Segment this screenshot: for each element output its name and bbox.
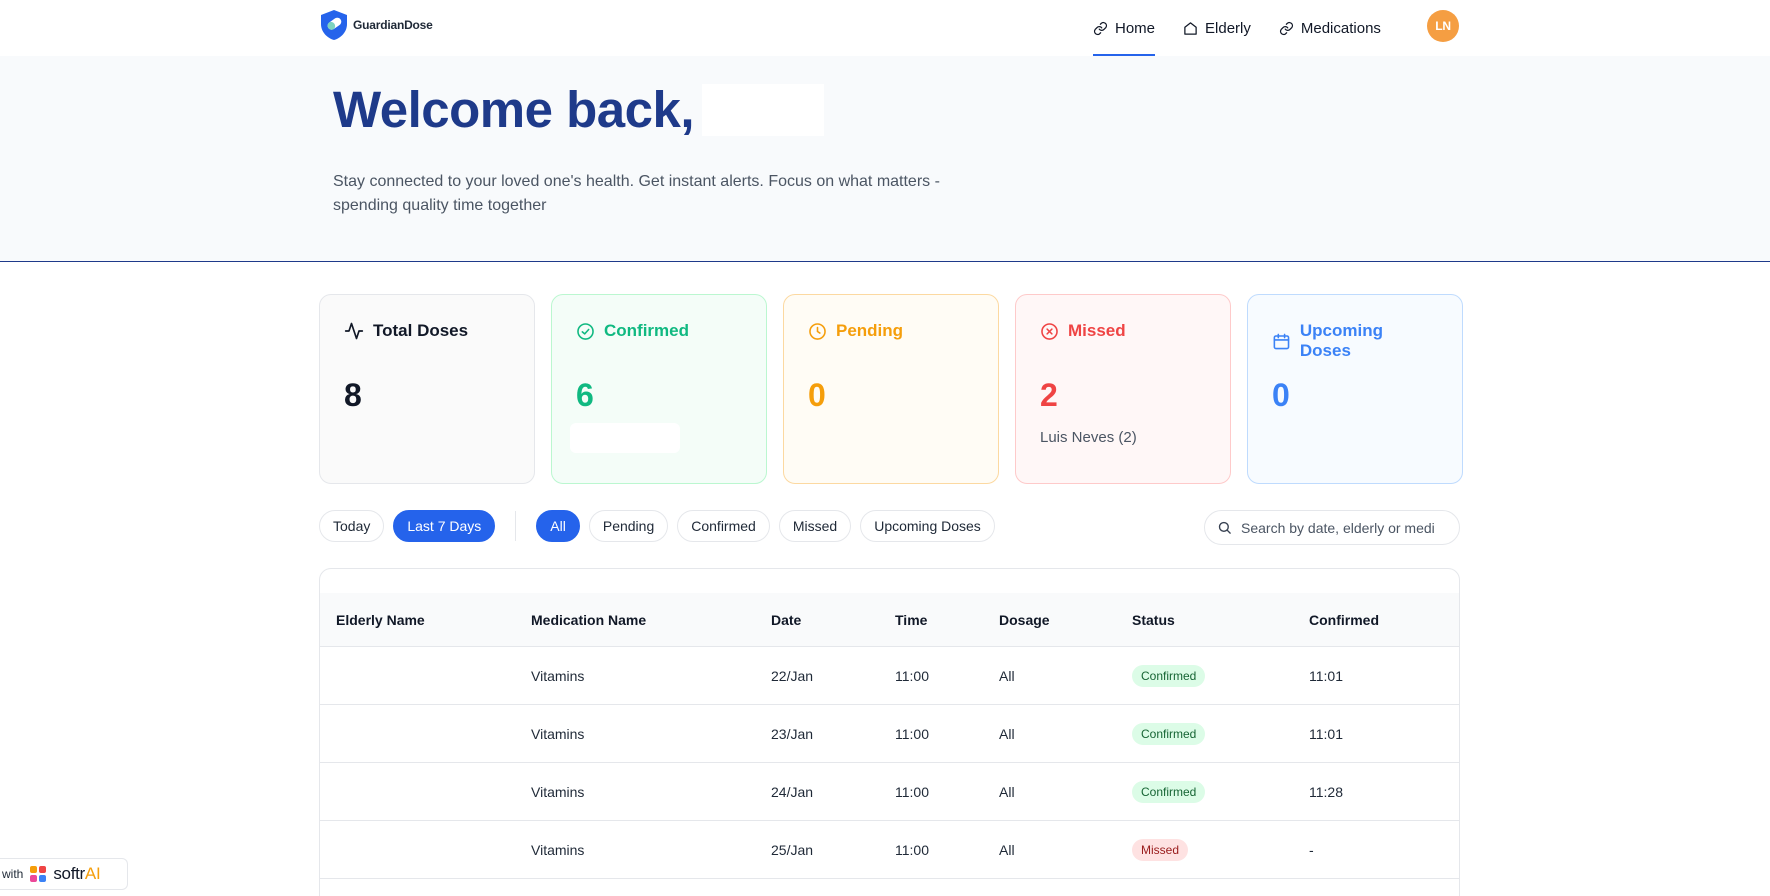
- col-medication-name[interactable]: Medication Name: [531, 612, 646, 628]
- cell-medication: Vitamins: [531, 842, 585, 858]
- cell-date: 24/Jan: [771, 784, 814, 800]
- nav-elderly-label: Elderly: [1205, 19, 1251, 37]
- built-with-text: with: [2, 867, 24, 881]
- col-date[interactable]: Date: [771, 612, 801, 628]
- activity-icon: [344, 322, 364, 340]
- card-note: Luis Neves (2): [1040, 429, 1137, 446]
- filter-last-7-days[interactable]: Last 7 Days: [393, 510, 496, 542]
- card-missed[interactable]: Missed 2 Luis Neves (2): [1015, 294, 1231, 484]
- card-confirmed[interactable]: Confirmed 6: [551, 294, 767, 484]
- link-icon: [1279, 21, 1293, 35]
- welcome-heading: Welcome back,: [333, 80, 825, 139]
- softr-wordmark-ai: AI: [84, 864, 101, 883]
- card-note-redacted: [570, 423, 680, 453]
- card-value: 6: [576, 377, 594, 413]
- col-time[interactable]: Time: [895, 612, 927, 628]
- filter-pending[interactable]: Pending: [588, 510, 669, 542]
- cell-time: 11:00: [895, 784, 929, 800]
- filter-confirmed[interactable]: Confirmed: [677, 510, 770, 542]
- cell-date: 22/Jan: [771, 668, 814, 684]
- cell-dosage: All: [999, 842, 1015, 858]
- filter-upcoming-doses[interactable]: Upcoming Doses: [860, 510, 995, 542]
- status-badge: Missed: [1132, 839, 1189, 861]
- hero-section: Welcome back, Stay connected to your lov…: [0, 56, 1770, 262]
- stats-cards: Total Doses 8 Confirmed 6 Pending 0 Miss…: [319, 294, 1463, 484]
- cell-medication: Vitamins: [531, 784, 585, 800]
- status-badge: Confirmed: [1132, 781, 1206, 803]
- cell-date: 25/Jan: [771, 842, 814, 858]
- clock-icon: [809, 322, 826, 340]
- nav-elderly[interactable]: Elderly: [1183, 0, 1251, 56]
- home-icon: [1184, 21, 1197, 35]
- filter-divider: [515, 511, 517, 541]
- card-total-doses[interactable]: Total Doses 8: [319, 294, 535, 484]
- card-value: 0: [808, 377, 826, 413]
- cell-dosage: All: [999, 726, 1015, 742]
- cell-confirmed: 11:28: [1309, 784, 1343, 800]
- cell-dosage: All: [999, 668, 1015, 684]
- cell-confirmed: 11:01: [1309, 726, 1343, 742]
- main-nav: Home Elderly Medications: [1093, 0, 1409, 56]
- card-value: 2: [1040, 377, 1058, 413]
- card-label: Total Doses: [373, 321, 469, 340]
- built-with-badge[interactable]: with softrAI: [0, 858, 128, 890]
- col-confirmed[interactable]: Confirmed: [1309, 612, 1379, 628]
- card-label: Upcoming Doses: [1299, 321, 1383, 360]
- cell-time: 11:00: [895, 842, 929, 858]
- table-row[interactable]: Vitamins 25/Jan 11:00 All Missed -: [320, 821, 1459, 879]
- col-status[interactable]: Status: [1132, 612, 1175, 628]
- card-value: 8: [344, 377, 362, 413]
- card-label: Confirmed: [604, 321, 689, 340]
- card-label: Pending: [836, 321, 904, 340]
- nav-medications-label: Medications: [1300, 19, 1381, 37]
- cell-time: 11:00: [895, 668, 929, 684]
- cell-medication: Vitamins: [531, 668, 585, 684]
- search-box[interactable]: [1204, 510, 1460, 545]
- check-circle-icon: [577, 322, 594, 340]
- top-nav: GuardianDose Home Elderly Medications LN: [0, 0, 1770, 56]
- col-dosage[interactable]: Dosage: [999, 612, 1050, 628]
- welcome-text: Welcome back,: [333, 81, 695, 138]
- filter-missed[interactable]: Missed: [778, 510, 852, 542]
- softr-logo-icon: [30, 866, 47, 882]
- nav-home-label: Home: [1115, 19, 1156, 37]
- cell-confirmed: 11:01: [1309, 668, 1343, 684]
- status-badge: Confirmed: [1132, 665, 1206, 687]
- card-upcoming-doses[interactable]: Upcoming Doses 0: [1247, 294, 1463, 484]
- brand-logo[interactable]: GuardianDose: [319, 9, 433, 41]
- card-pending[interactable]: Pending 0: [783, 294, 999, 484]
- user-name-redacted: [702, 83, 825, 136]
- table-row[interactable]: Vitamins 22/Jan 11:00 All Confirmed 11:0…: [320, 647, 1459, 705]
- nav-medications[interactable]: Medications: [1279, 0, 1381, 56]
- cell-time: 11:00: [895, 726, 929, 742]
- x-circle-icon: [1041, 322, 1058, 340]
- softr-wordmark: softrAI: [53, 864, 100, 884]
- softr-wordmark-main: softr: [53, 864, 85, 883]
- status-badge: Confirmed: [1132, 723, 1206, 745]
- hero-subtitle: Stay connected to your loved one's healt…: [333, 173, 940, 214]
- table-row[interactable]: Vitamins 23/Jan 11:00 All Confirmed 11:0…: [320, 705, 1459, 763]
- filter-today[interactable]: Today: [319, 510, 385, 542]
- search-input[interactable]: [1241, 519, 1447, 536]
- table-header: Elderly Name Medication Name Date Time D…: [320, 593, 1459, 647]
- cell-medication: Vitamins: [531, 726, 585, 742]
- link-icon: [1093, 21, 1108, 35]
- cell-confirmed: -: [1309, 842, 1314, 858]
- col-elderly-name[interactable]: Elderly Name: [336, 612, 425, 628]
- user-avatar[interactable]: LN: [1427, 10, 1459, 42]
- filter-all[interactable]: All: [536, 510, 580, 542]
- cell-dosage: All: [999, 784, 1015, 800]
- card-value: 0: [1272, 377, 1290, 413]
- cell-date: 23/Jan: [771, 726, 814, 742]
- table-row[interactable]: Vitamins 24/Jan 11:00 All Confirmed 11:2…: [320, 763, 1459, 821]
- doses-table: Elderly Name Medication Name Date Time D…: [319, 568, 1460, 896]
- nav-home[interactable]: Home: [1093, 0, 1156, 56]
- calendar-icon: [1273, 333, 1290, 349]
- card-label: Missed: [1068, 321, 1126, 340]
- shield-pill-icon: [321, 10, 347, 40]
- brand-name: GuardianDose: [353, 18, 433, 32]
- filter-bar: Today Last 7 Days All Pending Confirmed …: [319, 510, 1004, 542]
- search-icon: [1218, 521, 1231, 534]
